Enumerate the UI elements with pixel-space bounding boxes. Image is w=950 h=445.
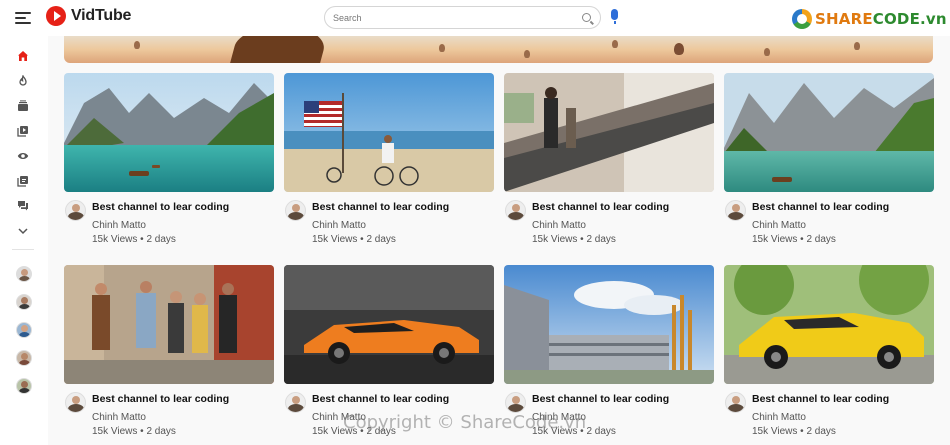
main-content: Best channel to lear coding Chinh Matto … [48,36,950,445]
search-box [324,6,601,29]
sidebar [0,36,48,445]
sidebar-item-playlist[interactable] [17,175,29,187]
video-thumbnail[interactable] [284,265,494,384]
video-title[interactable]: Best channel to lear coding [92,201,229,213]
video-meta: 15k Views • 2 days [752,426,836,437]
video-title[interactable]: Best channel to lear coding [92,393,229,405]
video-card[interactable]: Best channel to lear coding Chinh Matto … [504,73,714,253]
library-icon [17,126,28,137]
video-title[interactable]: Best channel to lear coding [752,393,889,405]
video-title[interactable]: Best channel to lear coding [752,201,889,213]
channel-avatar[interactable] [65,200,86,221]
chevron-down-icon [18,228,28,235]
playlist-icon [17,176,28,187]
search-input[interactable] [333,11,573,25]
video-title[interactable]: Best channel to lear coding [532,201,669,213]
subscription-avatar[interactable] [16,266,32,282]
channel-name[interactable]: Chinh Matto [532,220,586,231]
channel-avatar[interactable] [725,200,746,221]
messages-icon [18,201,28,211]
trending-icon [19,75,27,86]
search-icon[interactable] [582,13,591,22]
sidebar-item-trending[interactable] [17,75,29,87]
video-title[interactable]: Best channel to lear coding [312,201,449,213]
copyright-watermark: Copyright © ShareCode.vn [343,412,587,433]
channel-avatar[interactable] [505,392,526,413]
sidebar-item-library[interactable] [17,125,29,137]
avatar [21,297,28,304]
hamburger-menu-icon[interactable] [15,12,31,24]
video-meta: 15k Views • 2 days [92,234,176,245]
play-logo-icon [46,6,66,26]
subscription-avatar[interactable] [16,378,32,394]
subscription-avatar[interactable] [16,322,32,338]
watermark-logo: SHARECODE.vn [792,9,947,29]
video-title[interactable]: Best channel to lear coding [532,393,669,405]
avatar [21,269,28,276]
sidebar-item-home[interactable] [17,50,29,62]
video-card[interactable]: Best channel to lear coding Chinh Matto … [64,73,274,253]
app-logo[interactable]: VidTube [46,6,131,26]
channel-name[interactable]: Chinh Matto [752,412,806,423]
video-card[interactable]: Best channel to lear coding Chinh Matto … [284,73,494,253]
video-card[interactable]: Best channel to lear coding Chinh Matto … [724,265,934,445]
channel-name[interactable]: Chinh Matto [312,220,366,231]
video-card[interactable]: Best channel to lear coding Chinh Matto … [64,265,274,445]
avatar [21,353,28,360]
video-thumbnail[interactable] [724,265,934,384]
video-meta: 15k Views • 2 days [532,234,616,245]
microphone-icon[interactable] [611,9,618,24]
home-icon [18,51,28,61]
sidebar-item-subscriptions[interactable] [17,100,29,112]
subscription-avatar[interactable] [16,350,32,366]
app-name: VidTube [71,7,132,24]
channel-name[interactable]: Chinh Matto [92,220,146,231]
channel-avatar[interactable] [285,200,306,221]
video-title[interactable]: Best channel to lear coding [312,393,449,405]
video-thumbnail[interactable] [64,73,274,192]
sidebar-item-history[interactable] [17,150,29,162]
subscription-avatar[interactable] [16,294,32,310]
video-meta: 15k Views • 2 days [92,426,176,437]
video-thumbnail[interactable] [504,265,714,384]
watermark-logo-text: SHARECODE.vn [815,10,947,28]
video-thumbnail[interactable] [724,73,934,192]
avatar [21,325,28,332]
channel-avatar[interactable] [65,392,86,413]
sidebar-divider [12,249,34,250]
sidebar-item-messages[interactable] [17,200,29,212]
video-thumbnail[interactable] [64,265,274,384]
video-thumbnail[interactable] [284,73,494,192]
eye-icon [17,153,29,159]
watermark-mark-icon [792,9,812,29]
channel-avatar[interactable] [285,392,306,413]
sidebar-item-show-more[interactable] [17,225,29,237]
channel-name[interactable]: Chinh Matto [92,412,146,423]
video-thumbnail[interactable] [504,73,714,192]
channel-avatar[interactable] [505,200,526,221]
banner-image [64,36,933,63]
subscriptions-icon [18,100,28,111]
avatar [21,381,28,388]
top-header: VidTube SHARECODE.vn [0,0,950,36]
channel-name[interactable]: Chinh Matto [752,220,806,231]
video-meta: 15k Views • 2 days [312,234,396,245]
video-card[interactable]: Best channel to lear coding Chinh Matto … [724,73,934,253]
channel-avatar[interactable] [725,392,746,413]
video-meta: 15k Views • 2 days [752,234,836,245]
